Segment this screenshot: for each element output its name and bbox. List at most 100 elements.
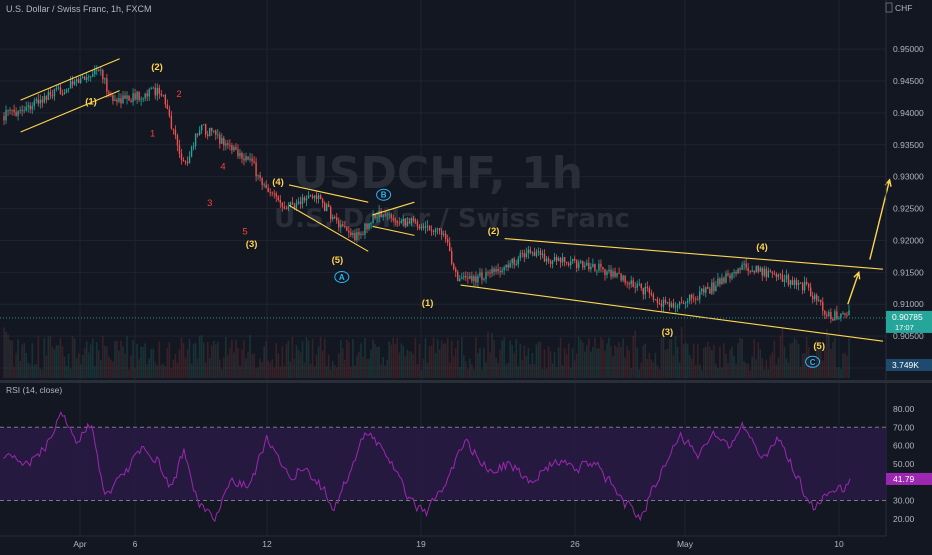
- candle-body[interactable]: [797, 282, 800, 286]
- candle-body[interactable]: [342, 224, 344, 227]
- candle-body[interactable]: [116, 99, 118, 102]
- candle-body[interactable]: [741, 264, 743, 270]
- candle-body[interactable]: [47, 91, 50, 101]
- candle-body[interactable]: [632, 280, 634, 288]
- candle-body[interactable]: [128, 95, 130, 101]
- candle-body[interactable]: [517, 258, 519, 265]
- candle-body[interactable]: [705, 286, 707, 293]
- candle-body[interactable]: [215, 130, 217, 135]
- candle-body[interactable]: [513, 258, 515, 265]
- candle-body[interactable]: [384, 214, 386, 216]
- candle-body[interactable]: [751, 270, 753, 272]
- candle-body[interactable]: [457, 271, 459, 282]
- candle-body[interactable]: [65, 89, 68, 93]
- candle-body[interactable]: [634, 287, 636, 288]
- candle-body[interactable]: [9, 109, 11, 111]
- candle-body[interactable]: [71, 81, 74, 85]
- candle-body[interactable]: [733, 271, 735, 274]
- candle-body[interactable]: [652, 294, 655, 300]
- candle-body[interactable]: [771, 271, 774, 274]
- candle-body[interactable]: [511, 258, 513, 264]
- candle-body[interactable]: [765, 268, 768, 277]
- candle-body[interactable]: [29, 105, 31, 110]
- candle-body[interactable]: [388, 214, 390, 216]
- candle-body[interactable]: [5, 110, 7, 121]
- candle-body[interactable]: [569, 261, 572, 266]
- candle-body[interactable]: [106, 78, 108, 93]
- candle-body[interactable]: [43, 96, 46, 103]
- candle-body[interactable]: [257, 175, 259, 177]
- candle-body[interactable]: [503, 267, 505, 271]
- candle-body[interactable]: [475, 276, 477, 283]
- candle-body[interactable]: [204, 124, 207, 135]
- candle-body[interactable]: [237, 149, 239, 157]
- candle-body[interactable]: [440, 230, 443, 235]
- candle-body[interactable]: [543, 253, 546, 262]
- candle-body[interactable]: [83, 76, 86, 80]
- candle-body[interactable]: [828, 311, 830, 317]
- candle-body[interactable]: [211, 127, 213, 131]
- candle-body[interactable]: [668, 302, 671, 307]
- candle-body[interactable]: [239, 152, 241, 157]
- candle-body[interactable]: [134, 93, 136, 100]
- candle-body[interactable]: [783, 279, 786, 282]
- candle-body[interactable]: [523, 253, 526, 257]
- candle-body[interactable]: [455, 268, 457, 272]
- candle-body[interactable]: [25, 107, 27, 111]
- candle-body[interactable]: [539, 251, 542, 255]
- candle-body[interactable]: [198, 130, 201, 135]
- candle-body[interactable]: [332, 216, 334, 219]
- candle-body[interactable]: [51, 95, 54, 97]
- symbol-title[interactable]: U.S. Dollar / Swiss Franc, 1h, FXCM: [6, 4, 152, 14]
- candle-body[interactable]: [378, 210, 380, 218]
- candle-body[interactable]: [602, 267, 604, 270]
- candle-body[interactable]: [182, 159, 185, 162]
- candle-body[interactable]: [529, 249, 532, 253]
- candle-body[interactable]: [749, 270, 751, 272]
- candle-body[interactable]: [102, 70, 104, 80]
- candle-body[interactable]: [622, 275, 624, 281]
- candle-body[interactable]: [370, 222, 372, 224]
- candle-body[interactable]: [735, 271, 737, 274]
- candle-body[interactable]: [221, 137, 223, 144]
- candle-body[interactable]: [358, 232, 360, 235]
- pane-separator[interactable]: [0, 380, 932, 383]
- candle-body[interactable]: [551, 260, 554, 264]
- candle-body[interactable]: [120, 98, 122, 104]
- candle-body[interactable]: [618, 273, 620, 274]
- candle-body[interactable]: [610, 269, 612, 277]
- candle-body[interactable]: [428, 225, 431, 231]
- candle-body[interactable]: [713, 282, 715, 292]
- candle-body[interactable]: [303, 197, 306, 201]
- candle-body[interactable]: [628, 283, 630, 285]
- candle-body[interactable]: [561, 257, 564, 263]
- candle-body[interactable]: [515, 264, 517, 266]
- candle-body[interactable]: [112, 95, 114, 101]
- candle-body[interactable]: [85, 77, 88, 80]
- candle-body[interactable]: [416, 221, 419, 227]
- candle-body[interactable]: [467, 277, 469, 279]
- candle-body[interactable]: [142, 98, 144, 100]
- candle-body[interactable]: [620, 273, 622, 281]
- candle-body[interactable]: [519, 253, 521, 259]
- candle-body[interactable]: [202, 124, 205, 126]
- candle-body[interactable]: [572, 258, 574, 262]
- candle-body[interactable]: [594, 263, 596, 271]
- candle-body[interactable]: [444, 233, 447, 240]
- candle-body[interactable]: [549, 261, 552, 264]
- candle-body[interactable]: [616, 273, 618, 277]
- candle-body[interactable]: [344, 226, 346, 227]
- candle-body[interactable]: [336, 217, 338, 221]
- candle-body[interactable]: [79, 78, 82, 84]
- candle-body[interactable]: [21, 109, 23, 112]
- candle-body[interactable]: [235, 146, 237, 150]
- candle-body[interactable]: [81, 76, 84, 79]
- candle-body[interactable]: [69, 81, 72, 89]
- candle-body[interactable]: [92, 74, 94, 77]
- candle-body[interactable]: [642, 288, 644, 295]
- candle-body[interactable]: [842, 313, 844, 315]
- candle-body[interactable]: [818, 299, 820, 301]
- candle-body[interactable]: [507, 264, 509, 268]
- candle-body[interactable]: [23, 110, 25, 112]
- candle-body[interactable]: [271, 192, 273, 194]
